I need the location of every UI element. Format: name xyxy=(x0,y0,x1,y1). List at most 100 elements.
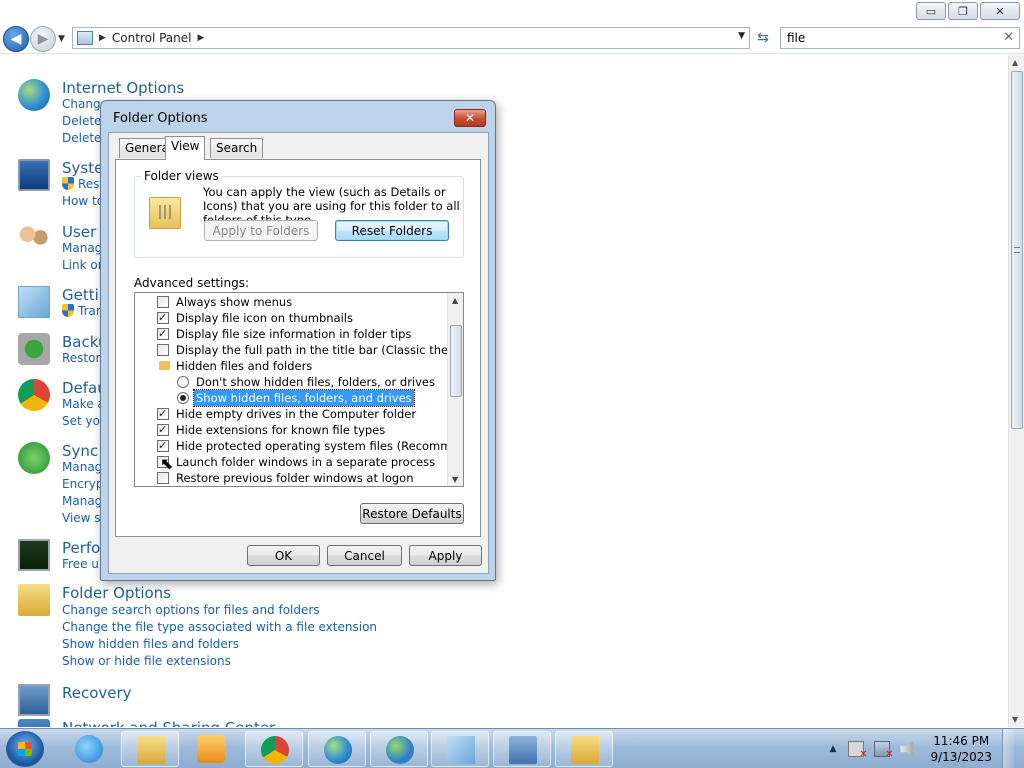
setting-row[interactable]: Hide extensions for known file types xyxy=(135,422,447,438)
setting-row[interactable]: Show hidden files, folders, and drives xyxy=(135,389,447,407)
item-link[interactable]: Link on xyxy=(62,258,105,272)
tab-view[interactable]: View xyxy=(165,136,206,160)
network-icon[interactable] xyxy=(18,719,50,727)
item-link[interactable]: Manag xyxy=(62,241,102,255)
apply-button[interactable]: Apply xyxy=(409,545,482,566)
item-link[interactable]: Show hidden files and folders xyxy=(62,637,239,651)
refresh-button[interactable]: ⇆ xyxy=(752,27,774,49)
item-link[interactable]: Tran xyxy=(62,304,103,318)
performance-icon[interactable] xyxy=(18,539,50,571)
search-input[interactable]: file ✕ xyxy=(780,27,1020,49)
tab-search[interactable]: Search xyxy=(210,138,264,158)
show-hidden-icons-icon[interactable]: ▲ xyxy=(830,744,837,754)
scroll-up-icon[interactable]: ▲ xyxy=(1012,58,1018,67)
volume-icon[interactable] xyxy=(900,741,914,757)
checkbox-checked[interactable] xyxy=(157,310,169,326)
item-title[interactable]: Sync xyxy=(62,442,98,460)
cancel-button[interactable]: Cancel xyxy=(327,545,402,566)
breadcrumb-control-panel[interactable]: Control Panel xyxy=(112,31,192,45)
internet-options-icon[interactable] xyxy=(18,79,50,111)
scrollbar-thumb[interactable] xyxy=(1011,71,1023,429)
ok-button[interactable]: OK xyxy=(247,545,320,566)
recent-pages-dropdown[interactable]: ▼ xyxy=(58,34,65,44)
getting-started-icon[interactable] xyxy=(18,286,50,318)
item-link[interactable]: Rest xyxy=(62,177,104,191)
setting-row[interactable]: Hide empty drives in the Computer folder xyxy=(135,406,447,422)
windows-explorer-icon[interactable] xyxy=(121,731,179,767)
item-link[interactable]: Delete xyxy=(62,114,101,128)
checkbox-checked[interactable] xyxy=(157,422,169,438)
radio-button-selected[interactable] xyxy=(177,392,189,404)
system-icon[interactable] xyxy=(18,159,50,191)
maximize-button[interactable]: ❐ xyxy=(948,2,978,20)
item-link[interactable]: Show or hide file extensions xyxy=(62,654,231,668)
setting-row[interactable]: Don't show hidden files, folders, or dri… xyxy=(135,374,447,390)
close-button[interactable]: ✕ xyxy=(980,2,1020,20)
breadcrumb-chevron-icon[interactable]: ▶ xyxy=(99,33,106,43)
chrome-icon[interactable] xyxy=(245,731,303,767)
checkbox-checked[interactable] xyxy=(157,326,169,342)
media-player-icon[interactable] xyxy=(182,731,240,767)
item-title[interactable]: Recovery xyxy=(62,684,132,702)
default-programs-icon[interactable] xyxy=(18,379,50,411)
user-accounts-icon[interactable] xyxy=(18,223,50,255)
network-status-icon[interactable] xyxy=(874,741,893,760)
checkbox-checked[interactable] xyxy=(157,406,169,422)
start-button[interactable] xyxy=(6,731,44,767)
item-link[interactable]: Change the file type associated with a f… xyxy=(62,620,377,634)
radio-button[interactable] xyxy=(177,376,189,388)
back-button[interactable]: ◀ xyxy=(3,26,29,52)
clear-search-icon[interactable]: ✕ xyxy=(1003,30,1014,45)
notepad-icon[interactable] xyxy=(431,731,489,767)
control-panel-taskbar-icon[interactable] xyxy=(493,731,551,767)
forward-button[interactable]: ▶ xyxy=(30,26,56,52)
scrollbar-thumb[interactable] xyxy=(450,325,462,397)
action-center-icon[interactable] xyxy=(848,741,867,760)
backup-icon[interactable] xyxy=(18,333,50,365)
item-link[interactable]: Make a xyxy=(62,397,105,411)
item-link[interactable]: Delete xyxy=(62,131,101,145)
address-dropdown-icon[interactable]: ▼ xyxy=(738,31,745,41)
checkbox[interactable] xyxy=(157,344,169,356)
setting-row[interactable]: Display the full path in the title bar (… xyxy=(135,342,463,358)
item-title[interactable]: Syste xyxy=(62,159,103,177)
item-title[interactable]: Internet Options xyxy=(62,79,184,97)
internet-explorer-icon[interactable] xyxy=(60,731,118,767)
reset-folders-button[interactable]: Reset Folders xyxy=(335,220,449,241)
minimize-button[interactable]: ▭ xyxy=(916,2,946,20)
item-title[interactable]: Perfo xyxy=(62,539,100,557)
item-link[interactable]: Manag xyxy=(62,494,102,508)
show-desktop-button[interactable] xyxy=(1002,729,1014,768)
scroll-down-icon[interactable]: ▼ xyxy=(452,475,458,484)
scroll-down-icon[interactable]: ▼ xyxy=(1012,715,1018,724)
restore-defaults-button[interactable]: Restore Defaults xyxy=(360,503,464,524)
item-link[interactable]: How to xyxy=(62,194,104,208)
item-link[interactable]: Change search options for files and fold… xyxy=(62,603,320,617)
clock[interactable]: 11:46 PM 9/13/2023 xyxy=(930,733,992,765)
apply-to-folders-button[interactable]: Apply to Folders xyxy=(204,220,318,241)
folder-options-icon[interactable] xyxy=(18,584,50,616)
setting-row[interactable]: Launch folder windows in a separate proc… xyxy=(135,454,447,470)
setting-row[interactable]: Always show menus xyxy=(135,294,447,310)
dialog-close-button[interactable]: ✕ xyxy=(454,109,486,127)
recovery-icon[interactable] xyxy=(18,684,50,716)
item-link[interactable]: Manag xyxy=(62,460,102,474)
globe-icon[interactable] xyxy=(308,731,366,767)
scroll-up-icon[interactable]: ▲ xyxy=(452,296,458,305)
checkbox[interactable] xyxy=(157,296,169,308)
setting-row[interactable]: Hide protected operating system files (R… xyxy=(135,438,463,454)
main-scrollbar[interactable]: ▲ ▼ xyxy=(1008,55,1024,727)
item-title[interactable]: Folder Options xyxy=(62,584,171,602)
sync-center-icon[interactable] xyxy=(18,442,50,474)
folder-options-taskbar-icon[interactable] xyxy=(555,731,613,767)
item-title[interactable]: Network and Sharing Center xyxy=(62,719,275,727)
setting-row[interactable]: Display file size information in folder … xyxy=(135,326,447,342)
breadcrumb-chevron-icon[interactable]: ▶ xyxy=(198,33,205,43)
checkbox[interactable] xyxy=(157,472,169,484)
setting-row[interactable]: Display file icon on thumbnails xyxy=(135,310,447,326)
settings-scrollbar[interactable]: ▲ ▼ xyxy=(447,293,463,486)
checkbox-checked[interactable] xyxy=(157,438,169,454)
internet-options-taskbar-icon[interactable] xyxy=(370,731,428,767)
setting-row[interactable]: Restore previous folder windows at logon xyxy=(135,470,447,486)
address-bar[interactable]: ▶ Control Panel ▶ ▼ xyxy=(72,27,750,49)
